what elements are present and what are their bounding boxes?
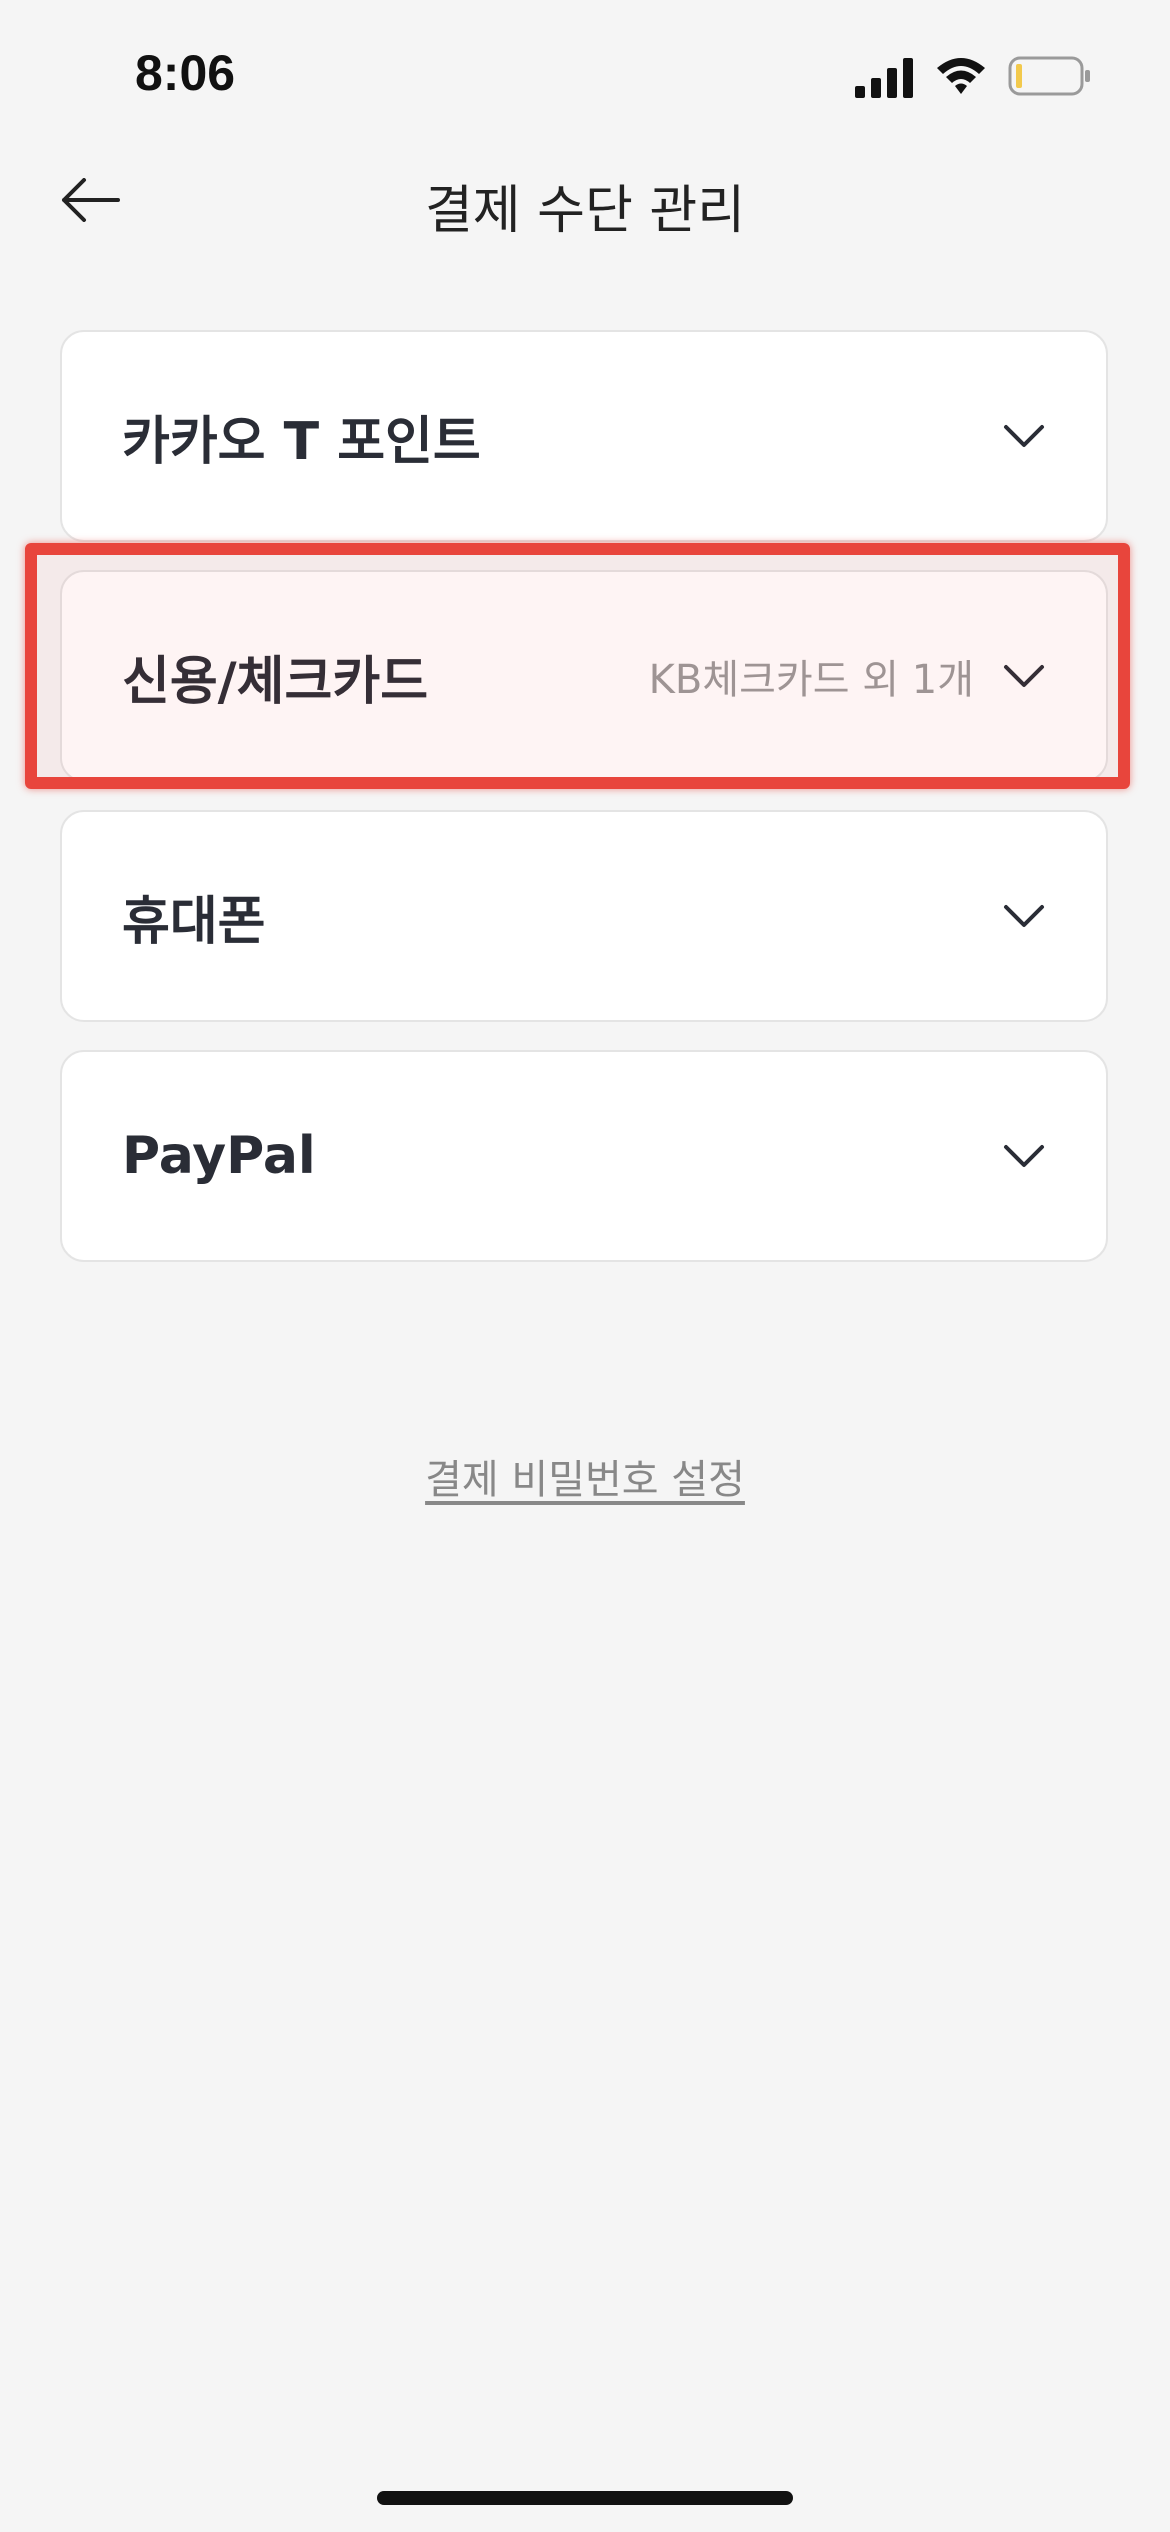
payment-password-link[interactable]: 결제 비밀번호 설정 [0,1447,1170,1505]
payment-method-label: 카카오 T 포인트 [122,411,481,472]
chevron-down-icon [1004,905,1044,927]
home-indicator [377,2491,793,2505]
wifi-icon [937,58,985,94]
nav-bar: 결제 수단 관리 [0,150,1170,250]
payment-method-kakao-t-point[interactable]: 카카오 T 포인트 [60,330,1108,542]
payment-method-paypal[interactable]: PayPal [60,1050,1108,1262]
payment-method-phone[interactable]: 휴대폰 [60,810,1108,1022]
chevron-down-icon [1004,1145,1044,1167]
payment-method-label: 신용/체크카드 [122,651,429,712]
chevron-down-icon [1004,665,1044,687]
page-title: 결제 수단 관리 [424,181,746,241]
payment-method-label: 휴대폰 [122,891,266,952]
payment-method-summary: KB체크카드 외 1개 [648,657,974,703]
status-bar: 8:06 [0,0,1170,150]
battery-icon [1008,56,1090,96]
payment-method-label: PayPal [122,1126,316,1186]
payment-method-card[interactable]: 신용/체크카드 KB체크카드 외 1개 [60,570,1108,782]
signal-icon [855,58,913,98]
status-time: 8:06 [135,45,236,101]
chevron-down-icon [1004,425,1044,447]
